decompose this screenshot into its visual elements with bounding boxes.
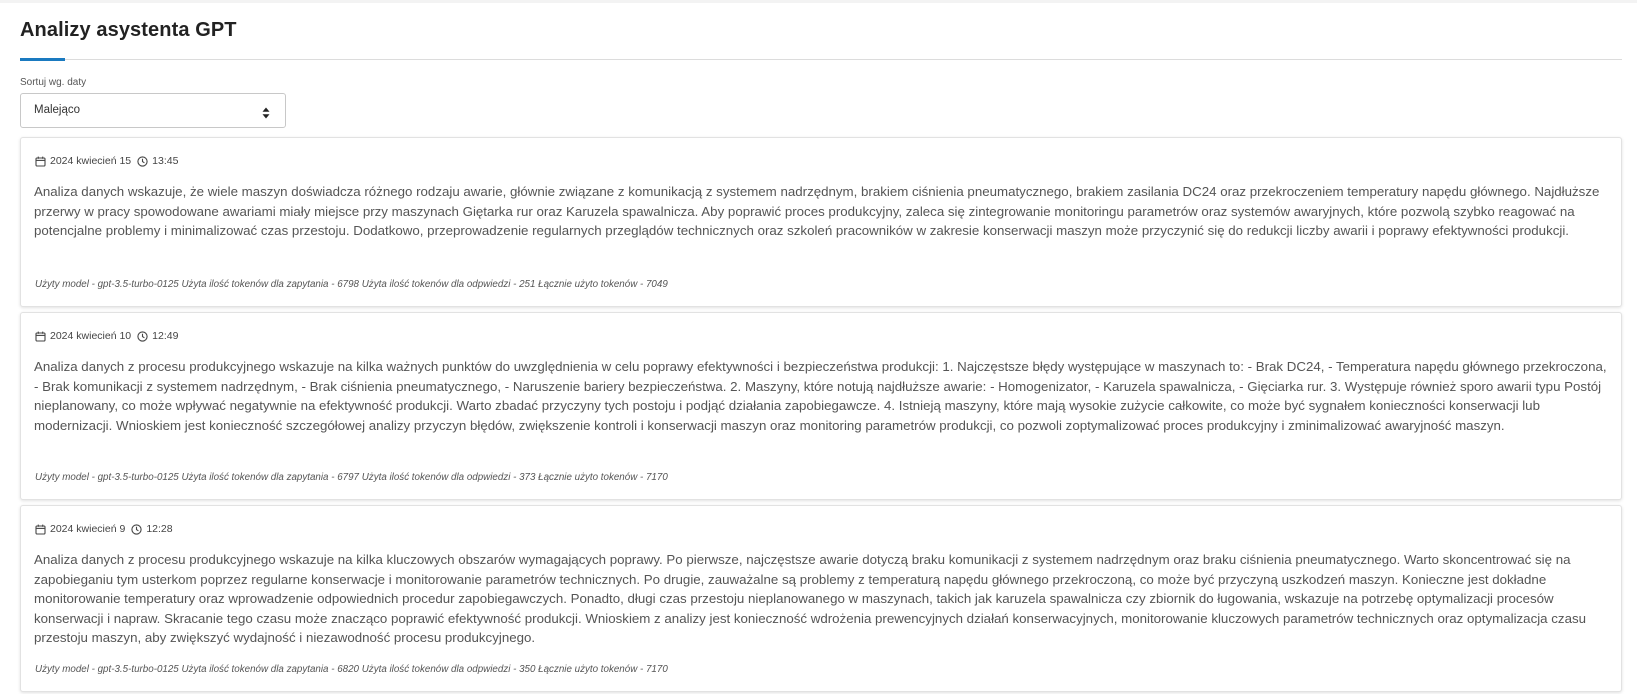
analysis-text: Analiza danych z procesu produkcyjnego w… — [34, 552, 1587, 646]
analysis-date: 2024 kwiecień 15 — [50, 155, 132, 167]
page-title: Analizy asystenta GPT — [20, 19, 237, 41]
calendar-icon — [35, 524, 46, 535]
analysis-card: 2024 kwiecień 15 13:45 Analiza danych ws… — [20, 137, 1622, 307]
calendar-icon — [35, 331, 46, 342]
analysis-meta: 2024 kwiecień 9 12:28 — [35, 522, 173, 536]
analysis-meta: 2024 kwiecień 10 12:49 — [35, 329, 178, 343]
token-usage: Użyty model - gpt-3.5-turbo-0125 Użyta i… — [35, 664, 668, 675]
clock-icon — [131, 523, 142, 535]
analysis-time: 13:45 — [152, 155, 179, 167]
clock-icon — [137, 155, 148, 167]
analysis-date: 2024 kwiecień 9 — [50, 523, 126, 535]
sort-selected-value: Malejąco — [34, 104, 81, 116]
sort-label: Sortuj wg. daty — [20, 77, 87, 88]
token-usage: Użyty model - gpt-3.5-turbo-0125 Użyta i… — [35, 279, 668, 290]
sort-select[interactable]: Malejąco — [20, 93, 286, 128]
analysis-card: 2024 kwiecień 9 12:28 Analiza danych z p… — [20, 505, 1622, 692]
title-accent-bar — [20, 58, 65, 61]
analysis-meta: 2024 kwiecień 15 13:45 — [35, 154, 178, 168]
calendar-icon — [35, 156, 46, 167]
analysis-text: Analiza danych wskazuje, że wiele maszyn… — [34, 184, 1600, 239]
analysis-card: 2024 kwiecień 10 12:49 Analiza danych z … — [20, 312, 1622, 500]
sort-arrows-icon — [262, 106, 270, 119]
analysis-text: Analiza danych z procesu produkcyjnego w… — [34, 359, 1607, 433]
analysis-time: 12:28 — [146, 523, 173, 535]
clock-icon — [137, 330, 148, 342]
analysis-date: 2024 kwiecień 10 — [50, 330, 132, 342]
token-usage: Użyty model - gpt-3.5-turbo-0125 Użyta i… — [35, 472, 668, 483]
title-divider — [20, 59, 1622, 60]
top-bar — [0, 0, 1637, 3]
analysis-time: 12:49 — [152, 330, 179, 342]
